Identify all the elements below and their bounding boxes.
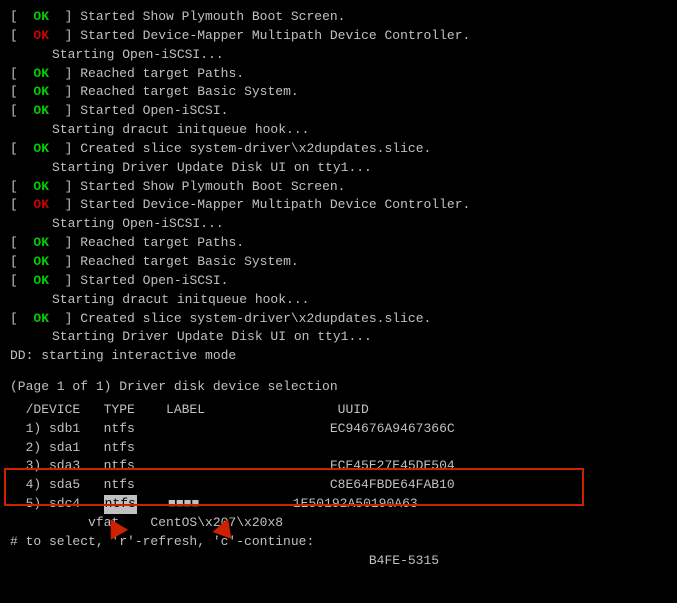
table-row-4: 4) sda5 ntfs C8E64FBDE64FAB10: [10, 476, 667, 495]
log-line-2: [ OK ] Started Device-Mapper Multipath D…: [10, 27, 667, 46]
footer-uuid: B4FE-5315: [10, 552, 667, 571]
log-line-7: [ OK ] Started Show Plymouth Boot Screen…: [10, 178, 667, 197]
table-row-3: 3) sda3 ntfs FCE45E27E45DE504: [10, 457, 667, 476]
table-header: /DEVICE TYPE LABEL UUID: [10, 401, 667, 420]
log-line-9: [ OK ] Reached target Paths.: [10, 234, 667, 253]
log-line-10: [ OK ] Reached target Basic System.: [10, 253, 667, 272]
section-title: (Page 1 of 1) Driver disk device selecti…: [10, 378, 667, 397]
terminal-screen: [ OK ] Started Show Plymouth Boot Screen…: [0, 0, 677, 603]
dd-line: DD: starting interactive mode: [10, 347, 667, 366]
log-line-11: [ OK ] Started Open-iSCSI.: [10, 272, 667, 291]
log-line-8: [ OK ] Started Device-Mapper Multipath D…: [10, 196, 667, 215]
log-line-4: [ OK ] Reached target Basic System.: [10, 83, 667, 102]
log-indent-1: Starting Open-iSCSI...: [10, 46, 667, 65]
table-row-1: 1) sdb1 ntfs EC94676A9467366C: [10, 420, 667, 439]
log-line-5: [ OK ] Started Open-iSCSI.: [10, 102, 667, 121]
table-row-2: 2) sda1 ntfs: [10, 439, 667, 458]
table-row-5b: vfat CentOS\x207\x20x8: [10, 514, 667, 533]
table-row-5-highlighted: 5) sdc4 ntfs ■■■■ 1E50192A50190A63: [10, 495, 667, 514]
log-indent-4: Starting Open-iSCSI...: [10, 215, 667, 234]
log-indent-3: Starting Driver Update Disk UI on tty1..…: [10, 159, 667, 178]
log-line-3: [ OK ] Reached target Paths.: [10, 65, 667, 84]
log-line-12: [ OK ] Created slice system-driver\x2dup…: [10, 310, 667, 329]
log-indent-2: Starting dracut initqueue hook...: [10, 121, 667, 140]
log-indent-5: Starting dracut initqueue hook...: [10, 291, 667, 310]
log-line-6: [ OK ] Created slice system-driver\x2dup…: [10, 140, 667, 159]
prompt-line[interactable]: # to select, 'r'-refresh, 'c'-continue:: [10, 533, 667, 552]
log-indent-6: Starting Driver Update Disk UI on tty1..…: [10, 328, 667, 347]
log-line-1: [ OK ] Started Show Plymouth Boot Screen…: [10, 8, 667, 27]
